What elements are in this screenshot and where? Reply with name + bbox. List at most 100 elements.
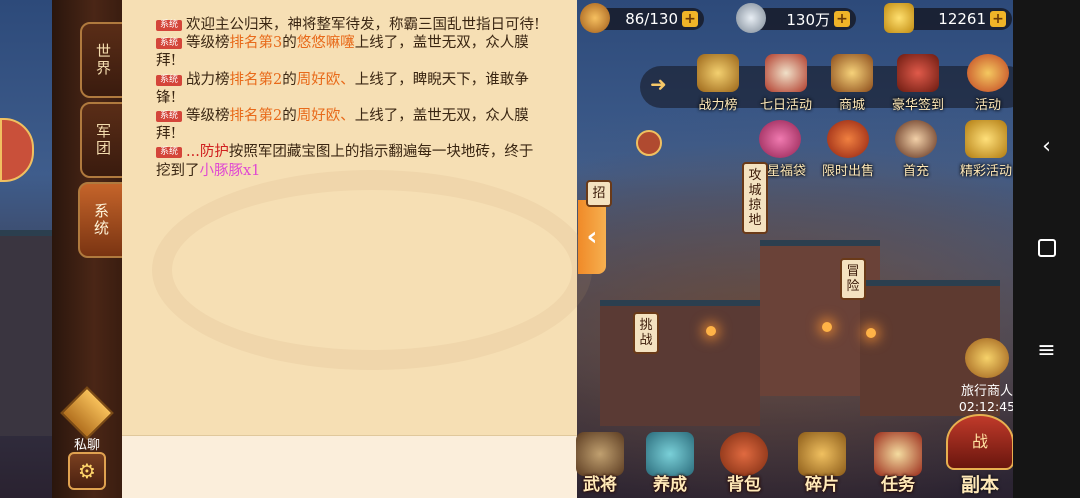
highlight-text[interactable]: 排名第2 [230,108,283,124]
system-badge: 系统 [156,147,183,159]
activity-limited-sale[interactable]: 限时出售 [814,120,882,179]
treasure-icon [965,120,1007,158]
chevron-left-icon: ‹ [586,222,598,252]
calendar-icon [765,54,807,92]
war-banner-icon: 战 [946,414,1014,470]
shop-icon [831,54,873,92]
scroll-book-icon [897,54,939,92]
collapse-chat-button[interactable]: ‹ [578,200,606,274]
silver-value: 130万 [786,10,830,29]
silver-coin-icon [736,3,766,33]
message-text: 等级榜 [186,108,230,125]
dragon-icon [646,432,694,476]
stamina-icon [580,3,610,33]
menu-button[interactable]: ≡ [1013,330,1080,370]
fragment-icon [798,432,846,476]
settings-button[interactable]: ⚙ [68,452,106,490]
activity-featured[interactable]: 精彩活动 [952,120,1020,179]
highlight-text[interactable]: 悠悠嘛噻 [297,35,355,51]
lantern [706,326,716,336]
stamina-resource[interactable]: 86/130 + [580,3,704,33]
private-chat-button[interactable]: 私聊 [60,386,114,453]
message-text: 等级榜 [186,35,230,52]
arrow-right-icon[interactable]: ➜ [650,72,674,102]
gold-ingot-icon [884,3,914,33]
chat-input-area[interactable] [122,435,577,498]
highlight-text: ...防护 [186,144,229,161]
bottom-cultivate[interactable]: 养成 [640,432,700,495]
activity-seven-day[interactable]: 七日活动 [752,54,820,113]
highlight-text[interactable]: 周好欧、 [297,72,355,88]
highlight-text[interactable]: 排名第2 [230,72,283,88]
adventure-tag[interactable]: 冒险 [840,258,866,300]
highlight-text[interactable]: 周好欧、 [297,108,355,124]
system-badge: 系统 [156,111,183,123]
menu-icon: ≡ [1037,337,1056,363]
bottom-fragments[interactable]: 碎片 [792,432,852,495]
chevron-left-icon: ‹ [1042,133,1051,159]
bottom-backpack[interactable]: 背包 [714,432,774,495]
chat-message: 系统 战力榜排名第2的周好欧、上线了，睥睨天下，谁敢争锋! [156,71,546,107]
power-rank-icon [697,54,739,92]
system-badge: 系统 [156,38,183,50]
activity-first-recharge[interactable]: 首充 [882,120,950,179]
chat-message: 系统 等级榜排名第3的悠悠嘛噻上线了，盖世无双，众人膜拜! [156,34,546,70]
message-text: 的 [282,35,297,52]
flag-marker-icon[interactable] [636,130,662,156]
message-text: 的 [282,108,297,125]
activity-shop[interactable]: 商城 [818,54,886,113]
square-icon [1037,239,1056,257]
bottom-generals[interactable]: 武将 [570,432,630,495]
add-stamina-button[interactable]: + [682,11,698,27]
merchant-icon [965,338,1009,378]
private-chat-label: 私聊 [73,438,100,453]
lantern [822,322,832,332]
system-badge: 系统 [156,20,183,31]
system-nav-bar: ‹ ≡ [1013,0,1080,498]
travelling-merchant[interactable]: 旅行商人 02:12:45 [955,338,1019,414]
message-text: 欢迎主公归来，神将整军待发，称霸三国乱世指日可待! [186,17,540,33]
lucky-bag-icon [759,120,801,158]
gold-resource[interactable]: 12261 + [884,3,1012,33]
sale-bag-icon [827,120,869,158]
add-gold-button[interactable]: + [990,11,1006,27]
stamina-value: 86/130 [625,10,678,28]
panel-watermark [152,170,592,370]
chat-bubble-icon [60,386,114,440]
activity-power-rank[interactable]: 战力榜 [684,54,752,113]
tab-system[interactable]: 系统 [78,182,124,258]
lantern [866,328,876,338]
chat-message: 系统 等级榜排名第2的周好欧、上线了，盖世无双，众人膜拜! [156,107,546,143]
chat-message: 系统 ...防护按照军团藏宝图上的指示翻遍每一块地砖，终于挖到了小豚豚x1 [156,143,546,179]
message-list: 系统 欢迎主公归来，神将整军待发，称霸三国乱世指日可待! 系统 等级榜排名第3的悠悠嘛… [156,16,546,180]
general-portrait-icon [895,120,937,158]
add-silver-button[interactable]: + [834,11,850,27]
activity-luxury-signin[interactable]: 豪华签到 [884,54,952,113]
highlight-text[interactable]: 排名第3 [230,35,283,51]
challenge-tag[interactable]: 挑战 [633,312,659,354]
left-building [0,230,52,436]
back-button[interactable]: ‹ [1013,126,1080,166]
dungeon-button[interactable]: 战 副本 [945,414,1015,498]
message-text: 战力榜 [186,71,230,88]
message-text: 的 [282,71,297,88]
recruit-tag[interactable]: 招 [586,180,612,207]
home-button[interactable] [1013,228,1080,268]
gold-value: 12261 [938,10,986,28]
tab-world[interactable]: 世界 [80,22,126,98]
bottom-quests[interactable]: 任务 [868,432,928,495]
activity-events[interactable]: 活动 [954,54,1022,113]
silver-resource[interactable]: 130万 + [736,3,856,33]
siege-tag[interactable]: 攻城掠地 [742,162,768,234]
merchant-timer: 02:12:45 [958,399,1016,414]
tab-legion[interactable]: 军团 [80,102,126,178]
highlight-text: 小豚豚x1 [199,162,261,179]
gear-icon: ⚙ [78,459,96,483]
palace-building [600,300,760,426]
merchant-label: 旅行商人 [960,384,1013,399]
quest-scroll-icon [874,432,922,476]
backpack-icon [720,432,768,476]
events-icon [967,54,1009,92]
system-badge: 系统 [156,74,183,86]
chat-panel: 系统 欢迎主公归来，神将整军待发，称霸三国乱世指日可待! 系统 等级榜排名第3的悠悠嘛… [122,0,592,498]
